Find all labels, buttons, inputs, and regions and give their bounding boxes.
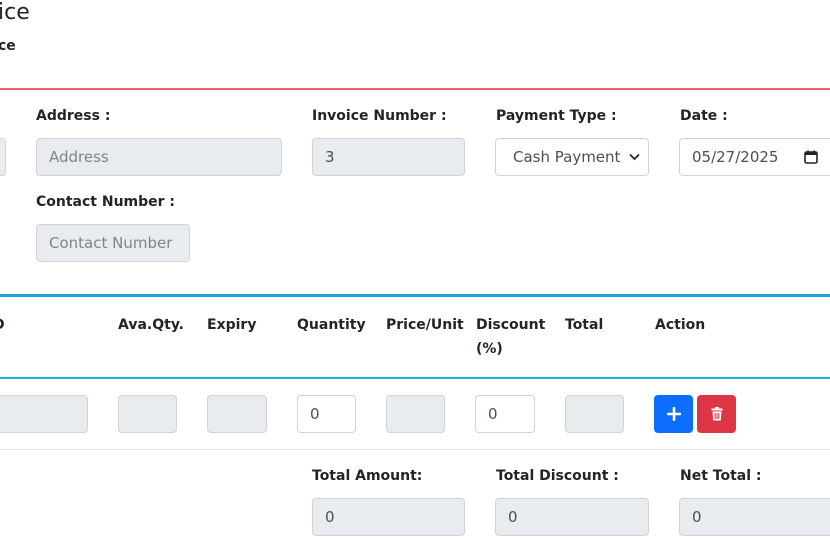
page-subtitle: ce bbox=[0, 38, 16, 54]
total-discount-field[interactable]: 0 bbox=[495, 498, 649, 536]
item-name-field[interactable] bbox=[0, 395, 88, 433]
quantity-field[interactable]: 0 bbox=[297, 395, 356, 433]
address-label: Address : bbox=[36, 108, 111, 124]
page-title: ice bbox=[0, 0, 30, 25]
ava-qty-field[interactable] bbox=[118, 395, 177, 433]
col-header-price-unit: Price/Unit bbox=[386, 317, 464, 333]
address-placeholder: Address bbox=[49, 148, 109, 166]
calendar-icon[interactable] bbox=[804, 150, 818, 164]
date-field[interactable]: 05/27/2025 bbox=[679, 138, 830, 176]
total-discount-value: 0 bbox=[508, 508, 518, 526]
net-total-field[interactable]: 0 bbox=[679, 498, 830, 536]
invoice-number-field[interactable]: 3 bbox=[312, 138, 465, 176]
date-label: Date : bbox=[680, 108, 728, 124]
add-row-button[interactable] bbox=[654, 395, 693, 433]
price-unit-field[interactable] bbox=[386, 395, 445, 433]
col-header-expiry: Expiry bbox=[207, 317, 257, 333]
invoice-number-value: 3 bbox=[325, 148, 335, 166]
row-total-field[interactable] bbox=[565, 395, 624, 433]
table-header-border bbox=[0, 377, 830, 379]
total-amount-value: 0 bbox=[325, 508, 335, 526]
col-header-total: Total bbox=[565, 317, 604, 333]
table-top-border bbox=[0, 294, 830, 297]
payment-type-value: Cash Payment bbox=[513, 148, 621, 166]
col-header-discount-unit: (%) bbox=[476, 341, 503, 357]
contact-number-label: Contact Number : bbox=[36, 194, 176, 210]
discount-field[interactable]: 0 bbox=[475, 395, 535, 433]
address-field[interactable]: Address bbox=[36, 138, 282, 176]
net-total-value: 0 bbox=[692, 508, 702, 526]
date-value: 05/27/2025 bbox=[692, 148, 779, 166]
plus-icon bbox=[666, 407, 681, 421]
payment-type-label: Payment Type : bbox=[496, 108, 617, 124]
col-header-partial: D bbox=[0, 313, 5, 337]
contact-number-placeholder: Contact Number bbox=[49, 234, 173, 252]
header-divider bbox=[0, 88, 830, 90]
discount-value: 0 bbox=[488, 405, 498, 423]
total-discount-label: Total Discount : bbox=[496, 468, 619, 484]
col-header-ava-qty: Ava.Qty. bbox=[118, 317, 184, 333]
col-header-action: Action bbox=[655, 317, 706, 333]
left-field-edge[interactable] bbox=[0, 138, 6, 176]
chevron-down-icon bbox=[629, 153, 640, 161]
trash-icon bbox=[711, 407, 722, 421]
payment-type-select[interactable]: Cash Payment bbox=[495, 138, 649, 176]
table-row-border bbox=[0, 449, 830, 450]
total-amount-label: Total Amount: bbox=[312, 468, 423, 484]
contact-number-field[interactable]: Contact Number bbox=[36, 224, 190, 262]
delete-row-button[interactable] bbox=[697, 395, 736, 433]
expiry-field[interactable] bbox=[207, 395, 267, 433]
invoice-number-label: Invoice Number : bbox=[312, 108, 447, 124]
quantity-value: 0 bbox=[310, 405, 320, 423]
col-header-quantity: Quantity bbox=[297, 317, 366, 333]
net-total-label: Net Total : bbox=[680, 468, 762, 484]
col-header-discount: Discount bbox=[476, 317, 546, 333]
total-amount-field[interactable]: 0 bbox=[312, 498, 465, 536]
